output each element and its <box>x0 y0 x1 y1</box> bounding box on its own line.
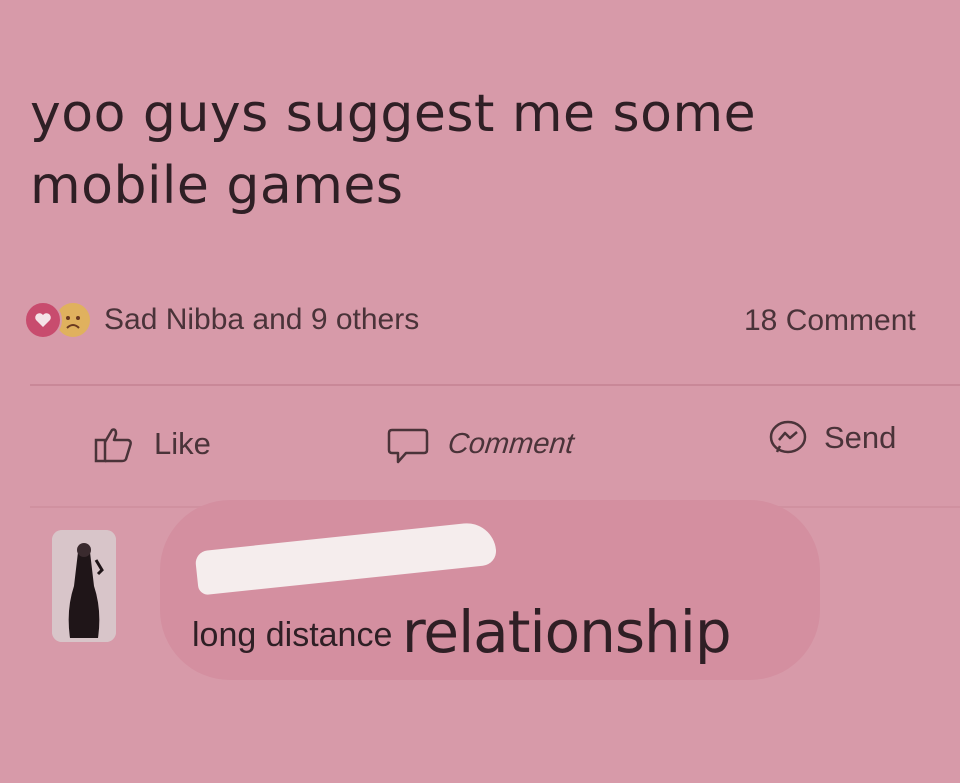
heart-icon <box>24 301 62 339</box>
send-button[interactable]: Send <box>768 418 896 458</box>
like-button[interactable]: Like <box>92 422 211 466</box>
like-label: Like <box>154 426 211 461</box>
divider <box>30 384 960 386</box>
action-bar: Like Comment Send <box>0 412 960 472</box>
comment-button[interactable]: Comment <box>386 422 576 466</box>
comment-icon <box>387 428 429 464</box>
thumbs-up-icon <box>94 428 132 463</box>
reactions-bar[interactable]: Sad Nibba and 9 others <box>24 300 419 340</box>
comments-count[interactable]: 18 Comment <box>744 304 960 338</box>
avatar[interactable] <box>52 530 116 642</box>
comment-text-emphasis: relationship <box>401 598 732 666</box>
reactions-summary[interactable]: Sad Nibba and 9 others <box>104 303 419 337</box>
send-label: Send <box>824 420 897 455</box>
comment-label: Comment <box>446 427 576 460</box>
comment-text-part: long distance <box>192 616 402 654</box>
post-text: yoo guys suggest me some mobile games <box>30 84 757 216</box>
comment-text: long distance relationship <box>192 598 732 666</box>
messenger-icon <box>769 420 807 454</box>
